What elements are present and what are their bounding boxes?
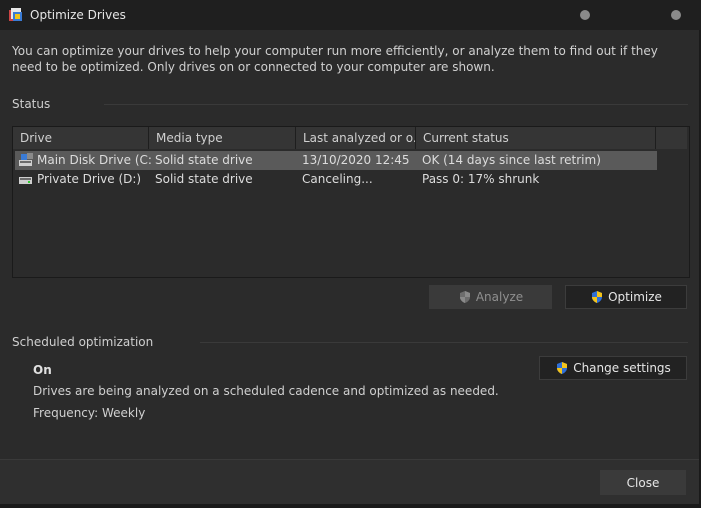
media-type: Solid state drive (155, 172, 253, 186)
scheduled-label: Scheduled optimization (12, 335, 154, 349)
column-header-media-type[interactable]: Media type (149, 127, 296, 149)
minimize-button[interactable] (580, 10, 590, 20)
defrag-app-icon (9, 8, 22, 21)
drive-icon (19, 177, 32, 184)
change-settings-label: Change settings (573, 361, 671, 375)
last-analyzed: 13/10/2020 12:45 P... (302, 153, 414, 167)
close-window-button[interactable] (671, 10, 681, 20)
last-analyzed: Canceling... (302, 172, 373, 186)
change-settings-button[interactable]: Change settings (539, 356, 687, 380)
drives-list[interactable]: Drive Media type Last analyzed or o... C… (12, 126, 690, 278)
schedule-frequency: Frequency: Weekly (33, 406, 146, 420)
close-label: Close (626, 475, 660, 490)
status-divider (104, 104, 688, 105)
status-label: Status (12, 97, 51, 111)
drive-icon (19, 153, 33, 166)
intro-text: You can optimize your drives to help you… (12, 44, 658, 74)
list-header: Drive Media type Last analyzed or o... C… (13, 127, 687, 149)
current-status: OK (14 days since last retrim) (422, 153, 601, 167)
optimize-button[interactable]: Optimize (565, 285, 687, 309)
close-button[interactable]: Close (600, 470, 686, 495)
drive-name: Private Drive (D:) (37, 172, 142, 186)
uac-shield-icon (592, 291, 603, 303)
analyze-button[interactable]: Analyze (429, 285, 552, 309)
window-edge-bottom (0, 504, 701, 508)
uac-shield-icon (459, 291, 470, 303)
schedule-state: On (33, 363, 52, 377)
footer-bar (0, 459, 699, 505)
table-row[interactable]: Private Drive (D:) Solid state drive Can… (15, 170, 657, 189)
current-status: Pass 0: 17% shrunk (422, 172, 540, 186)
schedule-description: Drives are being analyzed on a scheduled… (33, 384, 499, 398)
drive-name: Main Disk Drive (C:) (37, 153, 153, 167)
table-row[interactable]: Main Disk Drive (C:) Solid state drive 1… (15, 151, 657, 170)
scheduled-divider (200, 342, 688, 343)
analyze-label: Analyze (475, 290, 524, 304)
column-header-current-status[interactable]: Current status (416, 127, 656, 149)
column-header-last-analyzed[interactable]: Last analyzed or o... (296, 127, 416, 149)
column-header-empty (656, 127, 687, 149)
title-bar: Optimize Drives (0, 0, 701, 30)
optimize-label: Optimize (608, 290, 662, 304)
window-title: Optimize Drives (30, 8, 126, 22)
column-header-drive[interactable]: Drive (13, 127, 149, 149)
uac-shield-icon (557, 362, 568, 374)
media-type: Solid state drive (155, 153, 253, 167)
